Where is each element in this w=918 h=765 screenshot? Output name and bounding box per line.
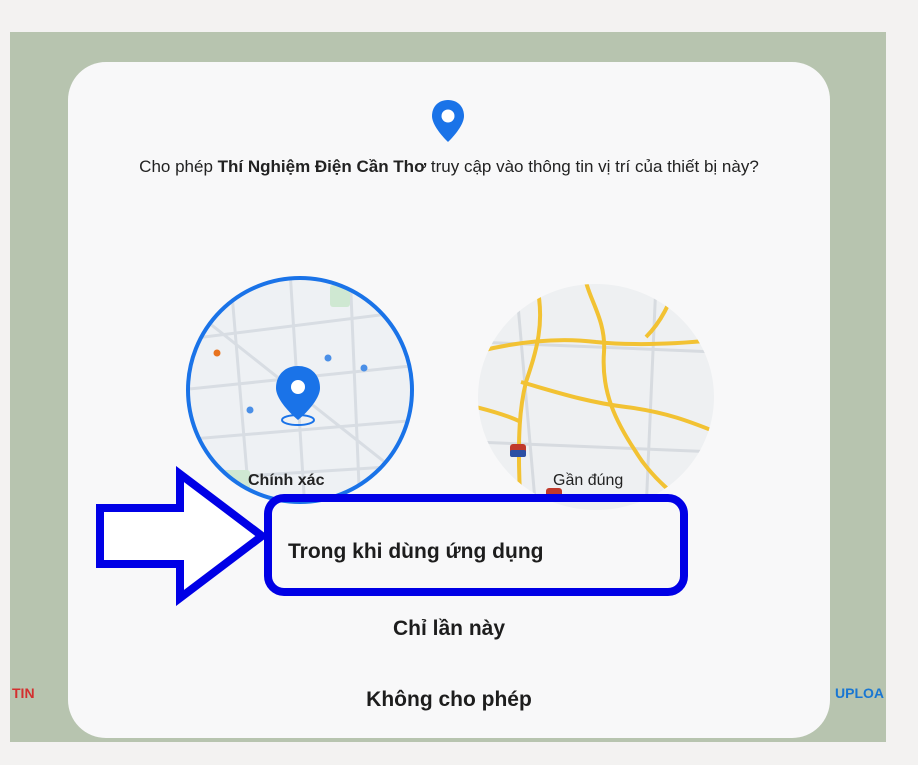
permission-prompt: Cho phép Thí Nghiệm Điện Cần Thơ truy cậ… (108, 156, 790, 178)
highlight-box (264, 494, 688, 596)
background-left-text: TIN (12, 685, 35, 701)
prompt-suffix: truy cập vào thông tin vị trí của thiết … (426, 157, 759, 176)
location-permission-dialog: Cho phép Thí Nghiệm Điện Cần Thơ truy cậ… (68, 62, 830, 738)
prompt-prefix: Cho phép (139, 157, 218, 176)
app-name: Thí Nghiệm Điện Cần Thơ (217, 157, 427, 176)
pointer-arrow-icon (96, 466, 269, 606)
background-right-text: UPLOA (835, 685, 884, 701)
location-pin-icon (432, 100, 464, 142)
approximate-label: Gần đúng (553, 472, 624, 489)
deny-button[interactable]: Không cho phép (68, 688, 830, 712)
only-this-time-button[interactable]: Chỉ lần này (68, 617, 830, 641)
